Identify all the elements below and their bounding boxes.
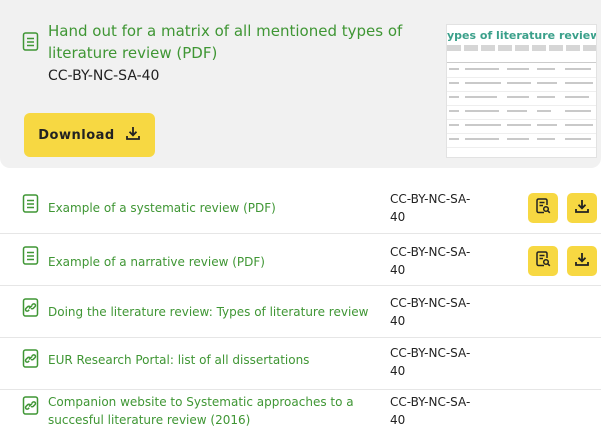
thumbnail-title: ypes of literature review [447, 29, 597, 42]
featured-license: CC-BY-NC-SA-40 [48, 68, 160, 84]
thumbnail-table-header [447, 57, 596, 63]
resource-title-link[interactable]: Example of a systematic review (PDF) [48, 199, 378, 217]
thumbnail-subtitle-lines [447, 45, 596, 51]
link-icon [22, 298, 39, 321]
download-icon [574, 251, 590, 271]
resource-row: EUR Research Portal: list of all dissert… [0, 338, 601, 390]
thumbnail-table-row [447, 65, 596, 78]
download-icon [125, 125, 141, 145]
download-button[interactable] [567, 246, 597, 276]
resource-license: CC-BY-NC-SA-40 [390, 296, 471, 328]
resource-title-link[interactable]: Example of a narrative review (PDF) [48, 253, 378, 271]
resource-row: Doing the literature review: Types of li… [0, 286, 601, 338]
document-icon [22, 32, 39, 55]
download-button[interactable] [567, 193, 597, 223]
thumbnail-table-row [447, 93, 596, 106]
link-icon [22, 349, 39, 372]
resource-row: Example of a narrative review (PDF) CC-B… [0, 234, 601, 286]
thumbnail-table-row [447, 135, 596, 148]
resource-license: CC-BY-NC-SA-40 [390, 346, 471, 378]
resource-row: Example of a systematic review (PDF) CC-… [0, 182, 601, 234]
link-icon [22, 396, 39, 419]
preview-document-icon [535, 251, 551, 271]
download-button[interactable]: Download [24, 113, 155, 157]
download-button-label: Download [38, 127, 115, 143]
resource-title-link[interactable]: Companion website to Systematic approach… [48, 393, 378, 429]
preview-button[interactable] [528, 193, 558, 223]
preview-button[interactable] [528, 246, 558, 276]
resource-title-link[interactable]: Doing the literature review: Types of li… [48, 303, 378, 321]
document-icon [22, 194, 39, 217]
featured-resource-card: Hand out for a matrix of all mentioned t… [0, 0, 601, 168]
thumbnail-table-row [447, 107, 596, 120]
resource-license: CC-BY-NC-SA-40 [390, 245, 471, 277]
thumbnail-table-row [447, 79, 596, 92]
document-icon [22, 246, 39, 269]
resource-license: CC-BY-NC-SA-40 [390, 395, 471, 427]
resource-row: Companion website to Systematic approach… [0, 390, 601, 432]
preview-document-icon [535, 198, 551, 218]
download-icon [574, 198, 590, 218]
featured-title-link[interactable]: Hand out for a matrix of all mentioned t… [48, 20, 434, 64]
resource-title-link[interactable]: EUR Research Portal: list of all dissert… [48, 351, 378, 369]
thumbnail-table-row [447, 121, 596, 134]
resource-license: CC-BY-NC-SA-40 [390, 192, 471, 224]
document-thumbnail[interactable]: ypes of literature review [446, 24, 597, 158]
